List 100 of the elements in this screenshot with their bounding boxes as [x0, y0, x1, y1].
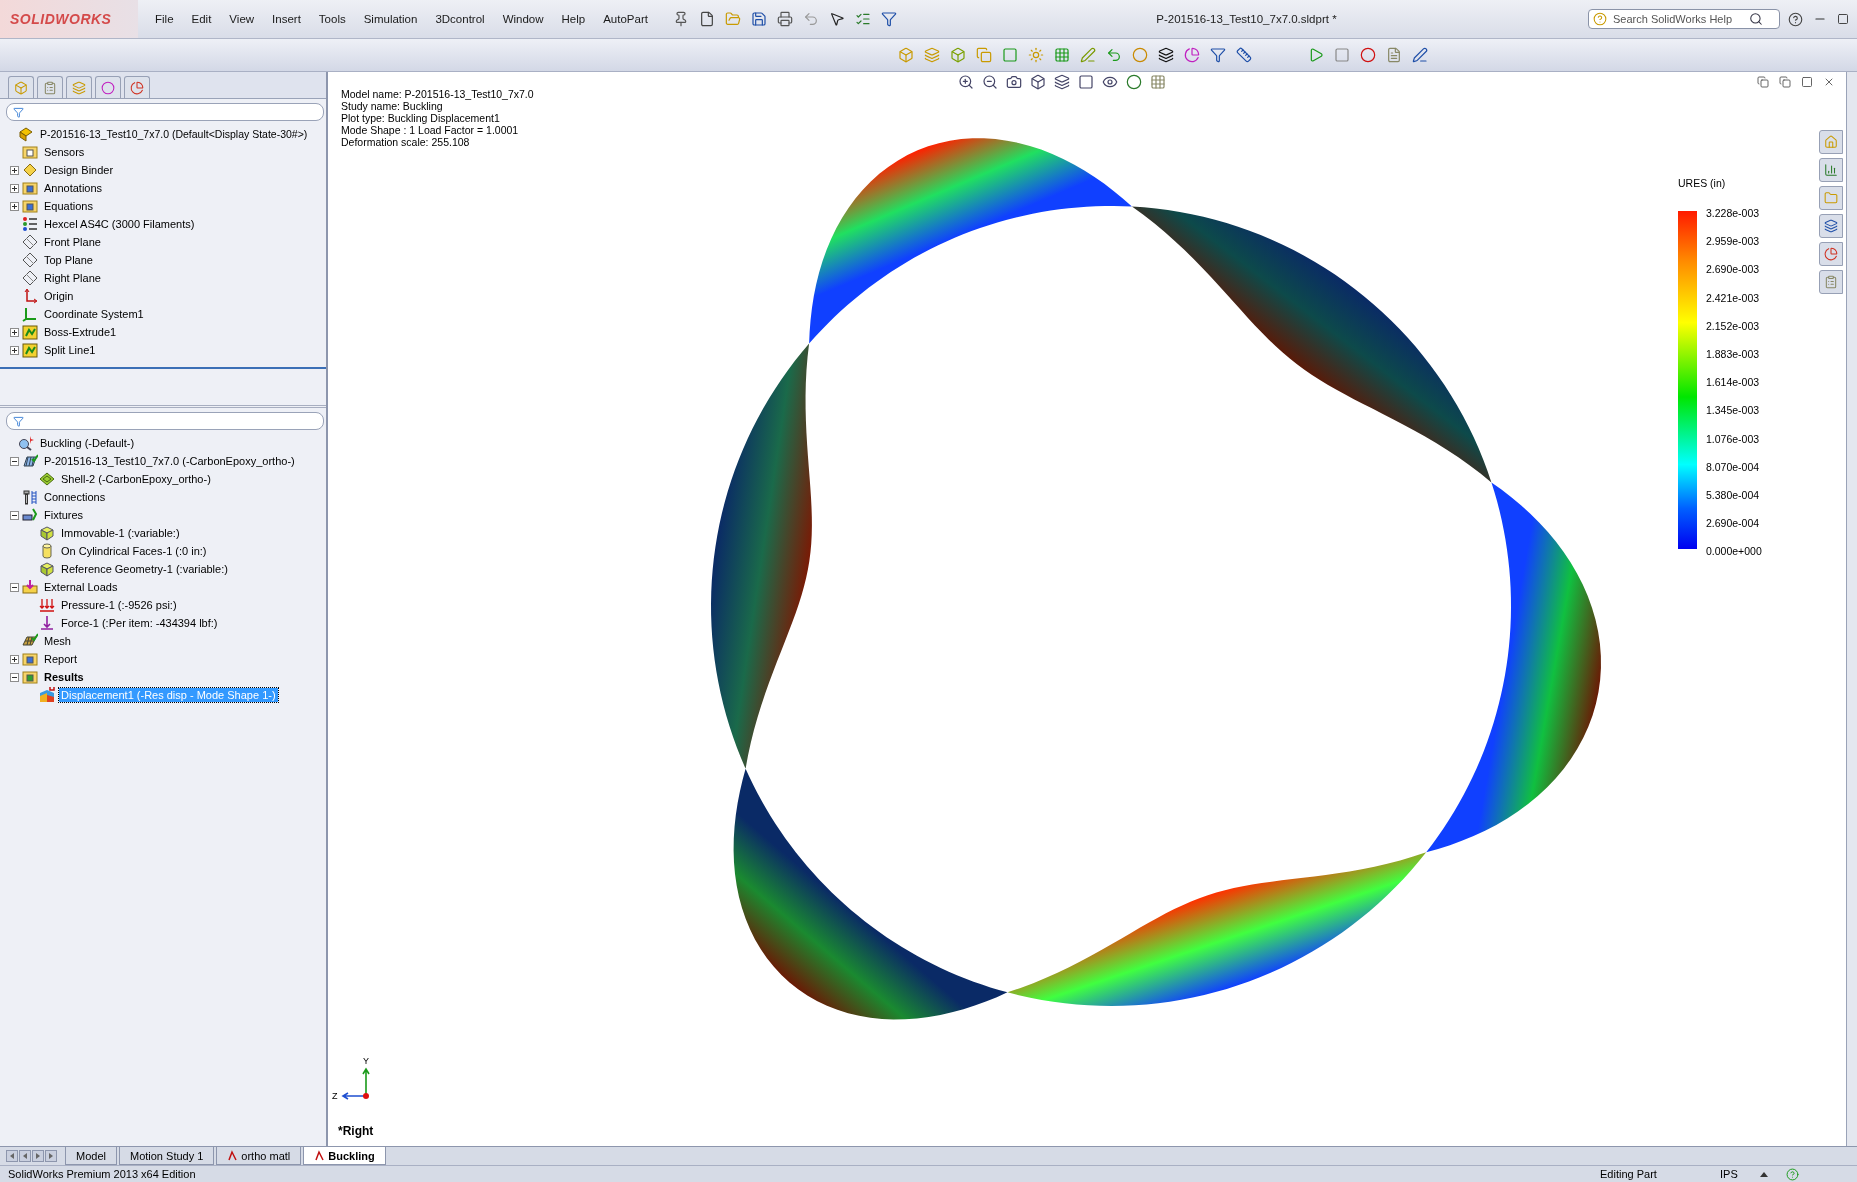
pie-chart-icon[interactable] [1824, 247, 1838, 261]
task-pane-tab[interactable] [1819, 214, 1843, 238]
collapse-toggle[interactable] [10, 510, 19, 520]
new-file-icon[interactable] [698, 11, 715, 27]
tree-item[interactable]: On Cylindrical Faces-1 (:0 in:) [59, 544, 209, 558]
tree-item[interactable]: Front Plane [42, 235, 103, 249]
menu-item[interactable]: Window [493, 13, 553, 25]
filter-icon[interactable] [13, 415, 24, 427]
tree-item[interactable]: Connections [42, 490, 108, 504]
menu-item[interactable]: 3Dcontrol [426, 13, 494, 25]
menu-item[interactable]: AutoPart [594, 13, 657, 25]
panel-tab[interactable] [95, 76, 121, 98]
expand-toggle[interactable] [10, 165, 19, 175]
tree-item[interactable]: Equations [42, 199, 95, 213]
search-icon[interactable] [1749, 12, 1763, 26]
menu-item[interactable]: Help [552, 13, 595, 25]
camera-icon[interactable] [1006, 74, 1022, 90]
zoom-fit-icon[interactable] [958, 74, 974, 90]
menu-item[interactable]: View [220, 13, 264, 25]
save-icon[interactable] [750, 11, 767, 27]
tree-item[interactable]: Reference Geometry-1 (:variable:) [59, 562, 230, 576]
expand-toggle[interactable] [10, 345, 19, 355]
tree-item[interactable]: Mesh [42, 634, 73, 648]
tree-item[interactable]: Top Plane [42, 253, 95, 267]
units-selector[interactable]: IPS [1720, 1168, 1760, 1180]
tree-item[interactable]: Split Line1 [42, 343, 98, 357]
tree-item[interactable]: Shell-2 (-CarbonEpoxy_ortho-) [59, 472, 213, 486]
tree-item[interactable]: Buckling (-Default-) [38, 436, 137, 450]
panel-tab[interactable] [124, 76, 150, 98]
menu-item[interactable]: File [146, 13, 183, 25]
zoom-area-icon[interactable] [982, 74, 998, 90]
select-pointer-icon[interactable] [828, 11, 845, 27]
expand-toggle[interactable] [10, 654, 19, 664]
document-tab[interactable]: Motion Study 1 [118, 1147, 215, 1165]
task-pane-tab[interactable] [1819, 242, 1843, 266]
tree-item[interactable]: Immovable-1 (:variable:) [59, 526, 182, 540]
tree-item[interactable]: Design Binder [42, 163, 116, 177]
maximize-icon[interactable] [1837, 13, 1849, 25]
tree-item[interactable]: Annotations [42, 181, 105, 195]
tree-item[interactable]: Coordinate System1 [42, 307, 146, 321]
panel-tab[interactable] [66, 76, 92, 98]
tree-item[interactable]: Right Plane [42, 271, 103, 285]
menu-item[interactable]: Tools [309, 13, 355, 25]
tab-scroll-icon[interactable] [19, 1150, 31, 1162]
collapse-toggle[interactable] [10, 456, 19, 466]
folder-icon[interactable] [1824, 191, 1838, 205]
layers-icon[interactable] [1824, 219, 1838, 233]
tree-item[interactable]: Sensors [42, 145, 87, 159]
clipboard-icon[interactable] [43, 80, 57, 95]
tree-item[interactable]: P-201516-13_Test10_7x7.0 (-CarbonEpoxy_ortho-) [42, 454, 297, 468]
task-pane-tab[interactable] [1819, 158, 1843, 182]
menu-item[interactable]: Simulation [354, 13, 427, 25]
help-search-box[interactable]: Search SolidWorks Help [1588, 9, 1780, 29]
record-icon[interactable] [1360, 47, 1376, 63]
circle-icon[interactable] [101, 80, 115, 95]
sun-icon[interactable] [1028, 47, 1044, 63]
help-bubble-icon[interactable] [1593, 12, 1607, 26]
bar-chart-icon[interactable] [1824, 163, 1838, 177]
filter-icon[interactable] [880, 11, 897, 27]
expand-toggle[interactable] [10, 327, 19, 337]
caret-icon[interactable] [1760, 1171, 1768, 1177]
layers-icon[interactable] [924, 47, 940, 63]
tree-item[interactable]: P-201516-13_Test10_7x7.0 (Default<Display State-30#>) [38, 127, 310, 141]
help-search-field[interactable]: Search SolidWorks Help [1611, 12, 1745, 26]
filter-icon[interactable] [13, 106, 24, 118]
menu-item[interactable]: Insert [263, 13, 310, 25]
document-tab[interactable]: Buckling [303, 1147, 386, 1165]
tree-filter-field[interactable] [6, 412, 324, 430]
tree-filter-field[interactable] [6, 103, 324, 121]
ruler-icon[interactable] [1236, 47, 1252, 63]
eye-icon[interactable] [1102, 74, 1118, 90]
edit-icon[interactable] [1412, 47, 1428, 63]
tab-scroll-icon[interactable] [32, 1150, 44, 1162]
stop-icon[interactable] [1334, 47, 1350, 63]
tree-item[interactable]: Origin [42, 289, 76, 303]
tree-item[interactable]: External Loads [42, 580, 120, 594]
tree-item[interactable]: Report [42, 652, 80, 666]
clipboard-icon[interactable] [1824, 275, 1838, 289]
tree-item[interactable]: Pressure-1 (:-9526 psi:) [59, 598, 179, 612]
document-tab[interactable]: Model [65, 1147, 117, 1165]
pie-chart-icon[interactable] [130, 80, 144, 95]
tree-item[interactable]: Results [42, 670, 86, 684]
tree-item[interactable]: Fixtures [42, 508, 86, 522]
task-pane-tab[interactable] [1819, 270, 1843, 294]
tab-scroll-icon[interactable] [45, 1150, 57, 1162]
panel-tab[interactable] [8, 76, 34, 98]
print-icon[interactable] [776, 11, 793, 27]
play-icon[interactable] [1308, 47, 1324, 63]
tree-item[interactable]: Hexcel AS4C (3000 Filaments) [42, 217, 197, 231]
panel-tab[interactable] [37, 76, 63, 98]
tree-item[interactable]: Boss-Extrude1 [42, 325, 119, 339]
collapse-toggle[interactable] [10, 672, 19, 682]
box-icon[interactable] [898, 47, 914, 63]
expand-toggle[interactable] [10, 183, 19, 193]
grid-icon[interactable] [1054, 47, 1070, 63]
undo-icon[interactable] [802, 11, 819, 27]
box-icon[interactable] [14, 80, 28, 95]
menu-item[interactable]: Edit [182, 13, 221, 25]
help-icon[interactable] [1788, 11, 1803, 27]
document-tab[interactable]: ortho matl [216, 1147, 302, 1165]
